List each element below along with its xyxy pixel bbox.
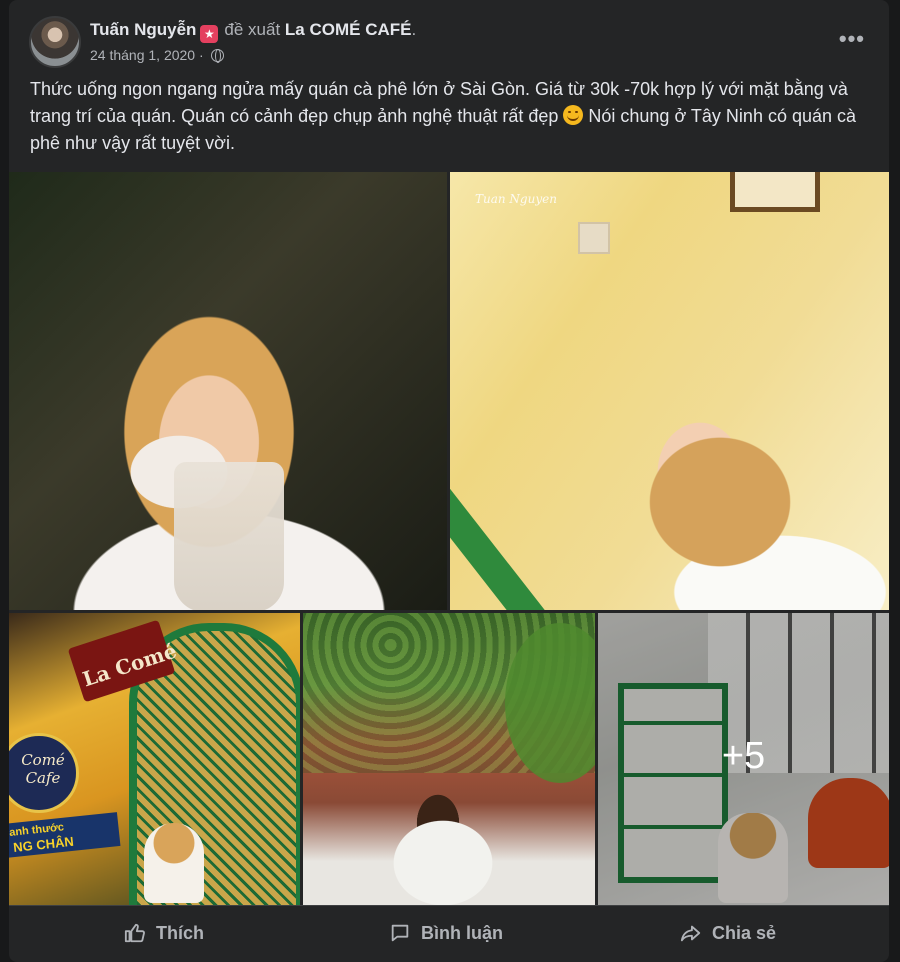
author-name[interactable]: Tuấn Nguyễn — [90, 20, 196, 39]
page-suffix: . — [411, 20, 417, 39]
drink-cup — [174, 462, 284, 610]
page-name-link[interactable]: La COMÉ CAFÉ — [285, 20, 412, 39]
green-stripe — [450, 412, 575, 610]
round-sign-text: Comé Cafe — [13, 751, 73, 787]
photo-4[interactable] — [303, 613, 595, 905]
person-figure — [144, 823, 204, 903]
round-sign-line2: Cafe — [25, 769, 61, 787]
photo-3[interactable]: La Comé Comé Cafe anh thước NG CHÂN — [9, 613, 300, 905]
comment-button[interactable]: Bình luận — [389, 916, 503, 950]
globe-icon — [210, 49, 224, 63]
comment-icon — [391, 924, 409, 942]
like-button[interactable]: Thích — [124, 916, 204, 950]
like-label: Thích — [156, 922, 204, 943]
photo-2[interactable]: Tuan Nguyen — [450, 172, 889, 610]
round-sign-line1: Comé — [21, 751, 65, 769]
top-fan-badge-icon: ★ — [200, 25, 219, 43]
picture-frame — [730, 172, 820, 212]
more-icon[interactable]: ••• — [839, 26, 865, 52]
share-label: Chia sẻ — [712, 922, 777, 943]
smile-emoji-icon — [563, 105, 584, 125]
avatar[interactable] — [29, 16, 81, 68]
share-icon — [680, 925, 701, 942]
post-date[interactable]: 24 tháng 1, 2020 · — [90, 47, 204, 63]
action-bar: Thích Bình luận Chia sẻ — [9, 905, 889, 957]
post-text: Thức uống ngon ngang ngửa mấy quán cà ph… — [30, 76, 870, 157]
photo-watermark: Tuan Nguyen — [475, 192, 557, 206]
recommend-verb: đề xuất — [224, 20, 281, 39]
comment-label: Bình luận — [421, 922, 503, 943]
post-meta: 24 tháng 1, 2020 · — [90, 47, 224, 63]
post-header: Tuấn Nguyễn ★ đề xuất La COMÉ CAFÉ. 24 thá… — [29, 14, 869, 70]
like-icon — [124, 923, 145, 943]
wall-vent — [578, 222, 610, 254]
photo-5[interactable]: +5 — [598, 613, 889, 905]
share-button[interactable]: Chia sẻ — [680, 916, 776, 950]
photo-1[interactable] — [9, 172, 447, 610]
author-line: Tuấn Nguyễn ★ đề xuất La COMÉ CAFÉ. — [90, 20, 416, 43]
more-photos-count[interactable]: +5 — [598, 735, 889, 778]
post-card: Tuấn Nguyễn ★ đề xuất La COMÉ CAFÉ. 24 thá… — [9, 0, 889, 962]
